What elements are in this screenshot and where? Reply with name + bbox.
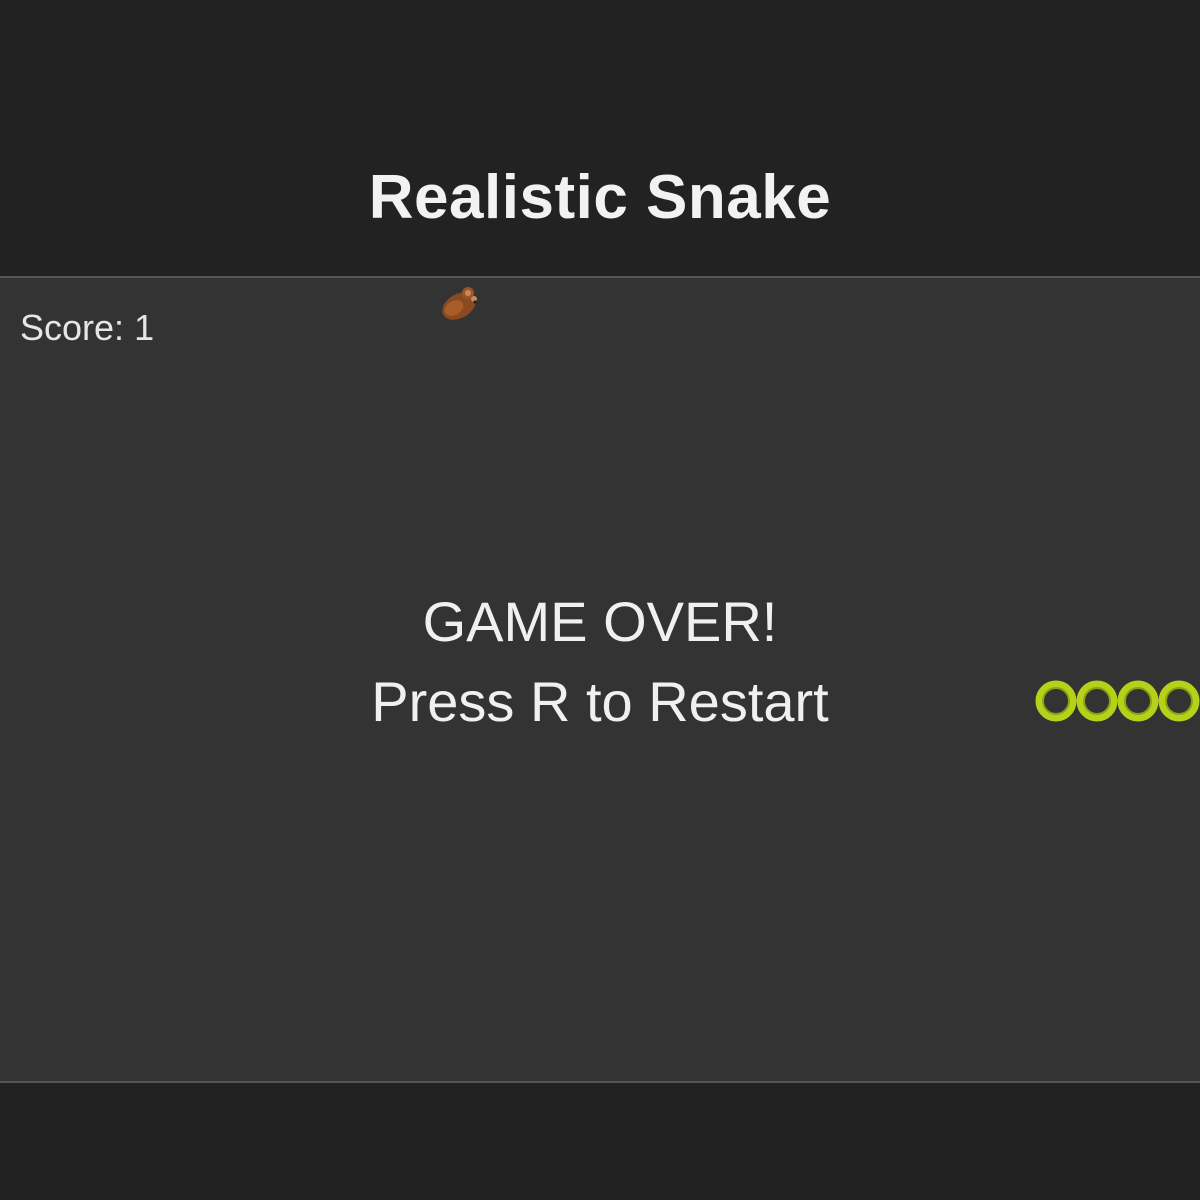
score-value: 1 — [134, 307, 155, 348]
mouse-icon — [442, 287, 477, 320]
score-display: Score: 1 — [20, 306, 154, 350]
game-over-message: GAME OVER! — [422, 590, 778, 653]
game-page: Realistic Snake Score: 1 GAME OVER! Pres… — [0, 0, 1200, 1200]
score-label: Score: — [20, 307, 125, 348]
page-title: Realistic Snake — [368, 163, 832, 232]
restart-hint: Press R to Restart — [371, 670, 829, 733]
game-board[interactable]: Score: 1 GAME OVER! Press R to Restart — [0, 276, 1200, 1083]
